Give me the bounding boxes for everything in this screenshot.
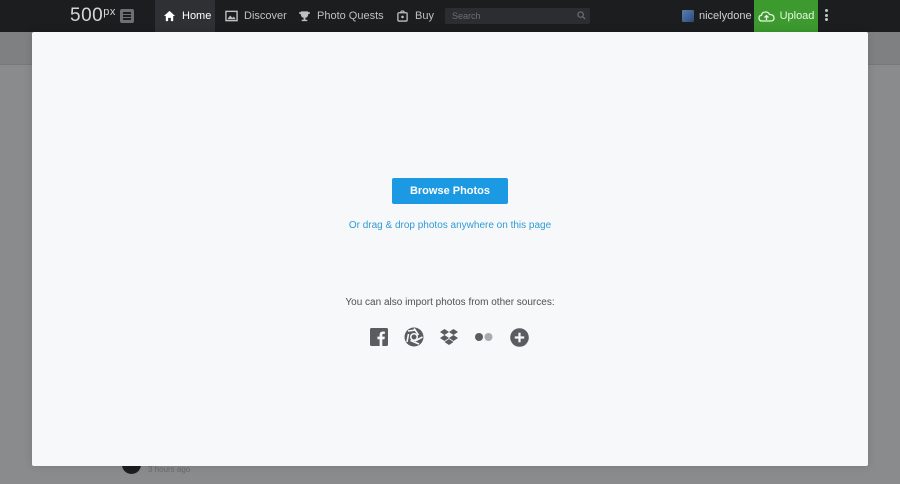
- nav-buy[interactable]: Buy: [396, 0, 434, 32]
- cloud-upload-icon: [757, 11, 775, 22]
- bag-icon: [397, 10, 408, 22]
- nav-discover[interactable]: Discover: [225, 0, 287, 32]
- username: nicelydone: [699, 10, 752, 22]
- nav-buy-label: Buy: [415, 10, 434, 22]
- nav-home-label: Home: [182, 10, 212, 22]
- drag-drop-link[interactable]: Or drag & drop photos anywhere on this p…: [32, 220, 868, 231]
- upload-button[interactable]: Upload: [754, 0, 818, 32]
- 500px-logo[interactable]: 500px: [70, 4, 134, 28]
- nav-discover-label: Discover: [244, 10, 287, 22]
- search-input[interactable]: [445, 8, 590, 24]
- search-icon[interactable]: [577, 11, 586, 20]
- add-source-icon[interactable]: [509, 327, 529, 347]
- logo-text: 500px: [70, 5, 116, 26]
- avatar: [682, 10, 694, 22]
- nav-photo-quests-label: Photo Quests: [317, 10, 384, 22]
- menu-icon[interactable]: [119, 9, 134, 23]
- import-sources: [369, 327, 544, 347]
- user-profile-link[interactable]: nicelydone: [682, 0, 752, 32]
- image-icon: [225, 10, 238, 22]
- import-sources-label: You can also import photos from other so…: [345, 297, 555, 308]
- home-icon: [163, 10, 176, 22]
- nav-home[interactable]: Home: [155, 0, 215, 32]
- browse-photos-button[interactable]: Browse Photos: [392, 178, 508, 204]
- dropbox-icon[interactable]: [439, 327, 459, 347]
- upload-modal: Browse Photos Or drag & drop photos anyw…: [32, 32, 868, 466]
- facebook-icon[interactable]: [369, 327, 389, 347]
- nav-photo-quests[interactable]: Photo Quests: [298, 0, 384, 32]
- picasa-icon[interactable]: [404, 327, 424, 347]
- upload-label: Upload: [779, 10, 815, 22]
- top-navigation-bar: 500px Home Discover Photo Quests Buy nic…: [0, 0, 900, 32]
- trophy-icon: [298, 11, 311, 22]
- more-options-icon[interactable]: [823, 9, 829, 23]
- flickr-icon[interactable]: [474, 327, 494, 347]
- feed-timestamp: 3 hours ago: [148, 465, 191, 474]
